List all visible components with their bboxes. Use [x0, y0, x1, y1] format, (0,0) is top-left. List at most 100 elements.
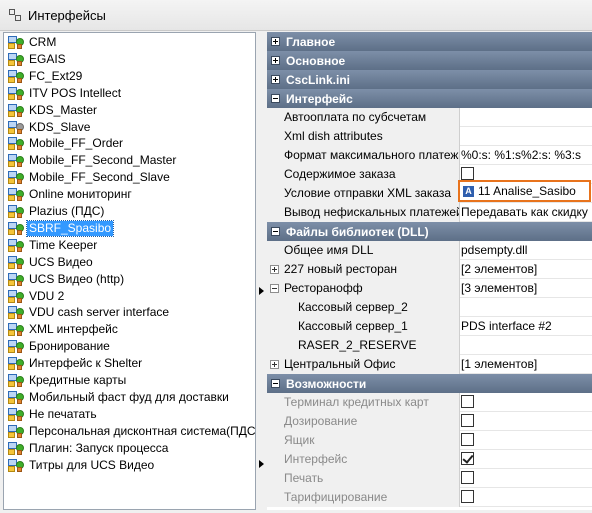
- tree-item[interactable]: Мобильный фаст фуд для доставки: [4, 389, 231, 406]
- tree-item[interactable]: VDU 2: [4, 288, 66, 305]
- tree-item[interactable]: Плагин: Запуск процесса: [4, 440, 170, 457]
- tree-item[interactable]: Титры для UCS Видео: [4, 457, 156, 474]
- tree-item[interactable]: Интерфейс к Shelter: [4, 355, 144, 372]
- capability-checkbox[interactable]: [461, 490, 474, 504]
- capability-checkbox[interactable]: [461, 395, 474, 409]
- tree-item[interactable]: FC_Ext29: [4, 68, 84, 85]
- prop-value[interactable]: Передавать как скидку: [457, 203, 592, 222]
- prop-row-autopay[interactable]: Автооплата по субсчетам: [267, 108, 592, 127]
- prop-name: Тарифицирование: [280, 488, 460, 507]
- prop-value[interactable]: [457, 431, 592, 450]
- tree-item[interactable]: UCS Видео (http): [4, 271, 126, 288]
- prop-row-nonfiscal[interactable]: Вывод нефискальных платежей в Передавать …: [267, 203, 592, 222]
- tree-item[interactable]: Online мониторинг: [4, 186, 134, 203]
- prop-value[interactable]: [2 элементов]: [457, 260, 592, 279]
- prop-value[interactable]: [457, 336, 592, 355]
- collapse-icon[interactable]: [271, 94, 280, 103]
- prop-value[interactable]: [457, 298, 592, 317]
- prop-value[interactable]: PDS interface #2: [457, 317, 592, 336]
- tree-item[interactable]: Plazius (ПДС): [4, 203, 106, 220]
- prop-value[interactable]: [457, 393, 592, 412]
- expand-icon[interactable]: [270, 360, 279, 369]
- capability-row[interactable]: Дозирование: [267, 412, 592, 431]
- prop-value[interactable]: [457, 108, 592, 127]
- tree-item[interactable]: UCS Видео: [4, 254, 95, 271]
- interfaces-tree[interactable]: CRM EGAIS FC_Ext29 ITV POS Intellect KDS_Mas…: [3, 32, 256, 510]
- prop-value[interactable]: [457, 469, 592, 488]
- capability-row[interactable]: Печать: [267, 469, 592, 488]
- tree-item[interactable]: XML интерфейс: [4, 321, 120, 338]
- prop-value[interactable]: [457, 127, 592, 146]
- capability-row[interactable]: Терминал кредитных карт: [267, 393, 592, 412]
- expand-icon[interactable]: [270, 265, 279, 274]
- interface-icon: [7, 424, 26, 439]
- capability-checkbox[interactable]: [461, 452, 474, 466]
- prop-row-rest227[interactable]: 227 новый ресторан [2 элементов]: [267, 260, 592, 279]
- tree-item[interactable]: ITV POS Intellect: [4, 85, 123, 102]
- xml-condition-value-highlight[interactable]: A 11 Analise_Sasibo: [458, 180, 591, 202]
- collapse-icon[interactable]: [270, 284, 279, 293]
- prop-value[interactable]: [3 элементов]: [457, 279, 592, 298]
- tree-item-label: UCS Видео: [29, 254, 93, 269]
- expand-arrow-icon[interactable]: [259, 460, 264, 468]
- interface-icon: [7, 322, 26, 337]
- capability-row[interactable]: Ящик: [267, 431, 592, 450]
- prop-row-raser[interactable]: RASER_2_RESERVE: [267, 336, 592, 355]
- interface-icon: [7, 221, 26, 236]
- category-capabilities[interactable]: Возможности: [267, 374, 592, 393]
- tree-item[interactable]: Mobile_FF_Order: [4, 135, 125, 152]
- prop-name: Печать: [280, 469, 460, 488]
- interface-icon: [7, 69, 26, 84]
- panel-splitter[interactable]: [257, 32, 267, 510]
- interface-icon: [7, 441, 26, 456]
- collapse-icon[interactable]: [271, 379, 280, 388]
- prop-row-cashsrv1[interactable]: Кассовый сервер_1 PDS interface #2: [267, 317, 592, 336]
- capability-row[interactable]: Тарифицирование: [267, 488, 592, 507]
- prop-row-restoff[interactable]: Ресторанофф [3 элементов]: [267, 279, 592, 298]
- prop-value[interactable]: [1 элементов]: [457, 355, 592, 374]
- tree-item[interactable]: Персональная дисконтная система(ПДС): [4, 423, 255, 440]
- tree-item[interactable]: Бронирование: [4, 338, 112, 355]
- tree-item[interactable]: Mobile_FF_Second_Master: [4, 152, 178, 169]
- category-interface[interactable]: Интерфейс: [267, 89, 592, 108]
- tree-item[interactable]: Кредитные карты: [4, 372, 128, 389]
- tree-item[interactable]: SBRF_Spasibo: [4, 219, 115, 237]
- collapse-icon[interactable]: [271, 227, 280, 236]
- prop-value[interactable]: [457, 450, 592, 469]
- capability-checkbox[interactable]: [461, 433, 474, 447]
- expand-icon[interactable]: [271, 37, 280, 46]
- tree-item[interactable]: CRM: [4, 34, 58, 51]
- category-main[interactable]: Главное: [267, 32, 592, 51]
- prop-row-central[interactable]: Центральный Офис [1 элементов]: [267, 355, 592, 374]
- tree-item[interactable]: Mobile_FF_Second_Slave: [4, 169, 172, 186]
- category-csclink[interactable]: CscLink.ini: [267, 70, 592, 89]
- tree-item-label: Mobile_FF_Order: [29, 136, 124, 151]
- prop-row-format[interactable]: Формат максимального платежа %0:s: %1:s%2…: [267, 146, 592, 165]
- category-dll[interactable]: Файлы библиотек (DLL): [267, 222, 592, 241]
- capability-row[interactable]: Интерфейс: [267, 450, 592, 469]
- prop-value[interactable]: [457, 412, 592, 431]
- tree-item[interactable]: KDS_Master: [4, 102, 99, 119]
- prop-row-xmldish[interactable]: Xml dish attributes: [267, 127, 592, 146]
- collapse-arrow-icon[interactable]: [259, 287, 264, 295]
- content-checkbox[interactable]: [461, 167, 474, 181]
- prop-name: Общее имя DLL: [280, 241, 460, 260]
- prop-value[interactable]: pdsempty.dll: [457, 241, 592, 260]
- category-basic[interactable]: Основное: [267, 51, 592, 70]
- capability-checkbox[interactable]: [461, 414, 474, 428]
- expand-icon[interactable]: [271, 56, 280, 65]
- prop-value[interactable]: %0:s: %1:s%2:s: %3:s: [457, 146, 592, 165]
- expand-icon[interactable]: [271, 75, 280, 84]
- tree-item[interactable]: Не печатать: [4, 406, 99, 423]
- prop-row-dllname[interactable]: Общее имя DLL pdsempty.dll: [267, 241, 592, 260]
- prop-value[interactable]: [457, 488, 592, 507]
- capability-checkbox[interactable]: [461, 471, 474, 485]
- tree-item[interactable]: VDU cash server interface: [4, 304, 171, 321]
- tree-item[interactable]: KDS_Slave: [4, 119, 92, 136]
- property-grid[interactable]: Главное Основное CscLink.ini Интерфейс А…: [267, 32, 592, 510]
- tree-item-label: Plazius (ПДС): [29, 204, 105, 218]
- prop-row-cashsrv2[interactable]: Кассовый сервер_2: [267, 298, 592, 317]
- tree-item[interactable]: Time Keeper: [4, 237, 99, 254]
- tree-item-label: VDU 2: [29, 288, 65, 303]
- tree-item[interactable]: EGAIS: [4, 51, 68, 68]
